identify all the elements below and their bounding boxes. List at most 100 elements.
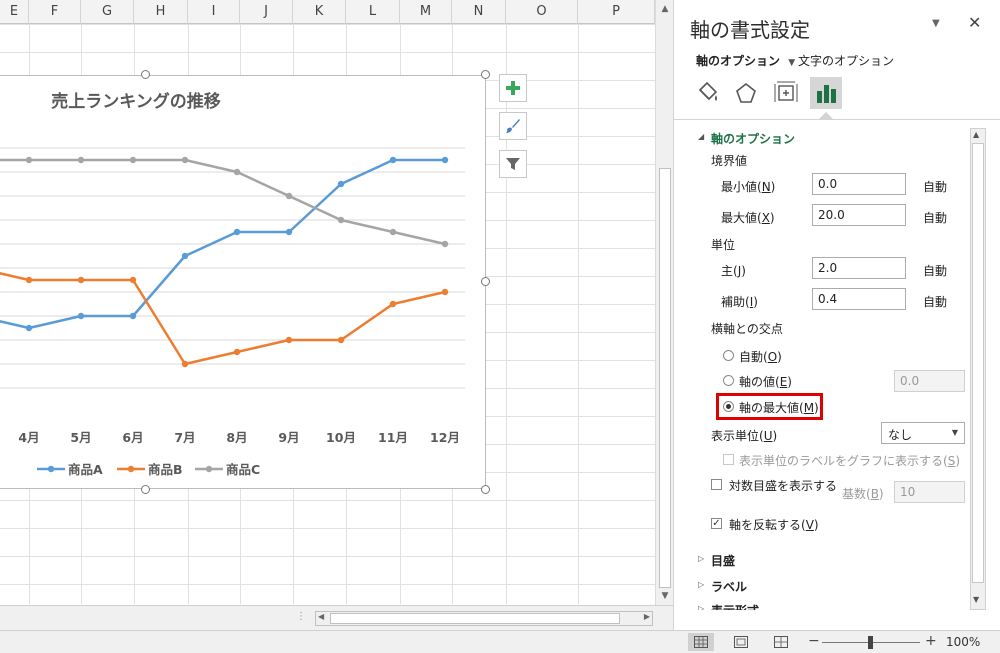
scroll-right-arrow[interactable]: ▶: [644, 612, 650, 621]
filter-icon: [506, 158, 520, 170]
legend-label: 商品C: [226, 462, 260, 477]
collapse-triangle-icon[interactable]: ◢: [698, 132, 704, 141]
section-labels[interactable]: ラベル: [711, 578, 747, 595]
chart-styles-button[interactable]: [499, 112, 527, 140]
chart-area[interactable]: 売上ランキングの推移 4月 5月 6月 7月 8月 9月 10月 11月 12月 商品A 商品B 商品C: [0, 75, 486, 489]
column-header-l[interactable]: L: [346, 0, 400, 24]
column-header-i[interactable]: I: [188, 0, 240, 24]
worksheet[interactable]: EFGHIJKLMNOP 売上ランキングの推移 4月 5月 6月 7月 8月 9月 10月 11…: [0, 0, 655, 630]
effects-tab[interactable]: [730, 77, 762, 109]
pane-scrollbar[interactable]: ▲ ▼: [970, 128, 986, 610]
expand-triangle-icon[interactable]: ▷: [698, 604, 704, 610]
fill-line-tab[interactable]: [692, 77, 724, 109]
min-input[interactable]: [812, 173, 906, 195]
data-point: [181, 360, 189, 368]
section-number-clip: ▷ 表示形式: [690, 600, 970, 610]
data-point: [25, 276, 33, 284]
radio-cross-maximum-label[interactable]: 軸の最大値(M): [739, 399, 819, 416]
resize-handle-bottom[interactable]: [141, 485, 150, 494]
column-header-g[interactable]: G: [81, 0, 134, 24]
data-point: [441, 288, 449, 296]
normal-view-button[interactable]: [688, 633, 714, 651]
data-point: [389, 300, 397, 308]
max-input[interactable]: [812, 204, 906, 226]
axis-options-tab[interactable]: [810, 77, 842, 109]
log-scale-label: 対数目盛を表示する: [729, 479, 838, 493]
section-tick-marks[interactable]: 目盛: [711, 552, 735, 569]
resize-handle-top[interactable]: [141, 70, 150, 79]
page-layout-view-button[interactable]: [728, 633, 754, 651]
vertical-scrollbar[interactable]: ▲ ▼: [655, 0, 673, 605]
splitter-handle[interactable]: ⋮: [296, 611, 306, 622]
size-properties-tab[interactable]: [770, 77, 802, 109]
pane-options-dropdown[interactable]: ▼: [932, 18, 940, 29]
radio-cross-maximum[interactable]: [723, 401, 734, 412]
log-scale-checkbox[interactable]: [711, 479, 722, 490]
scroll-left-arrow[interactable]: ◀: [318, 612, 324, 621]
page-break-view-button[interactable]: [768, 633, 794, 651]
chart-filters-button[interactable]: [499, 150, 527, 178]
max-auto-label: 自動: [923, 211, 948, 225]
column-header-h[interactable]: H: [134, 0, 188, 24]
resize-handle-right[interactable]: [481, 277, 490, 286]
show-unit-label: 表示単位のラベルをグラフに表示する(S): [739, 454, 960, 468]
pane-title: 軸の書式設定: [690, 18, 810, 42]
data-point: [337, 216, 345, 224]
data-point: [285, 336, 293, 344]
column-header-p[interactable]: P: [578, 0, 655, 24]
radio-cross-value-label[interactable]: 軸の値(E): [739, 373, 792, 390]
minor-input[interactable]: [812, 288, 906, 310]
max-label: 最大値(X): [721, 211, 775, 225]
section-number-format[interactable]: 表示形式: [711, 602, 759, 610]
radio-cross-auto[interactable]: [723, 350, 734, 361]
column-header-e[interactable]: E: [0, 0, 29, 24]
column-header-k[interactable]: K: [293, 0, 346, 24]
zoom-slider-thumb[interactable]: [868, 636, 873, 649]
horizontal-scrollbar[interactable]: ◀ ▶: [315, 611, 653, 626]
zoom-level[interactable]: 100%: [946, 635, 980, 649]
data-point: [129, 276, 137, 284]
legend-label: 商品B: [148, 462, 183, 477]
chart-elements-button[interactable]: [499, 74, 527, 102]
cross-value-input[interactable]: [894, 370, 965, 392]
data-point: [181, 156, 189, 164]
data-point: [77, 276, 85, 284]
horizontal-scroll-thumb[interactable]: [330, 613, 620, 624]
display-unit-select[interactable]: なし ▼: [881, 422, 965, 444]
section-axis-options[interactable]: 軸のオプション: [711, 130, 795, 147]
pane-scroll-up[interactable]: ▲: [973, 130, 979, 139]
paint-bucket-icon: [698, 81, 718, 101]
radio-cross-auto-label[interactable]: 自動(O): [739, 348, 782, 365]
data-point: [233, 168, 241, 176]
major-input[interactable]: [812, 257, 906, 279]
bounds-label: 境界値: [711, 154, 748, 168]
show-unit-checkbox[interactable]: [723, 454, 734, 465]
data-point: [337, 336, 345, 344]
data-point: [441, 156, 449, 164]
resize-handle-top-right[interactable]: [481, 70, 490, 79]
zoom-in-button[interactable]: +: [925, 633, 937, 649]
column-header-f[interactable]: F: [29, 0, 81, 24]
scroll-thumb[interactable]: [659, 168, 671, 588]
base-input[interactable]: [894, 481, 965, 503]
pane-scroll-down[interactable]: ▼: [973, 595, 979, 604]
column-header-m[interactable]: M: [400, 0, 452, 24]
close-icon[interactable]: ✕: [968, 13, 981, 32]
zoom-out-button[interactable]: −: [808, 633, 820, 649]
radio-cross-value[interactable]: [723, 375, 734, 386]
data-point: [285, 228, 293, 236]
expand-triangle-icon[interactable]: ▷: [698, 554, 704, 563]
tab-text-options[interactable]: 文字のオプション: [798, 52, 894, 69]
scroll-up-arrow[interactable]: ▲: [659, 3, 671, 15]
expand-triangle-icon[interactable]: ▷: [698, 580, 704, 589]
tab-axis-options[interactable]: 軸のオプション ▼: [696, 52, 795, 69]
resize-handle-bottom-right[interactable]: [481, 485, 490, 494]
column-header-o[interactable]: O: [506, 0, 578, 24]
scroll-down-arrow[interactable]: ▼: [659, 590, 671, 602]
pane-scroll-thumb[interactable]: [972, 143, 984, 583]
column-header-j[interactable]: J: [240, 0, 293, 24]
column-header-n[interactable]: N: [452, 0, 506, 24]
sheet-bottom-bar: ⋮ ◀ ▶: [0, 605, 673, 630]
reverse-axis-checkbox[interactable]: ✓: [711, 518, 722, 529]
data-point: [337, 180, 345, 188]
